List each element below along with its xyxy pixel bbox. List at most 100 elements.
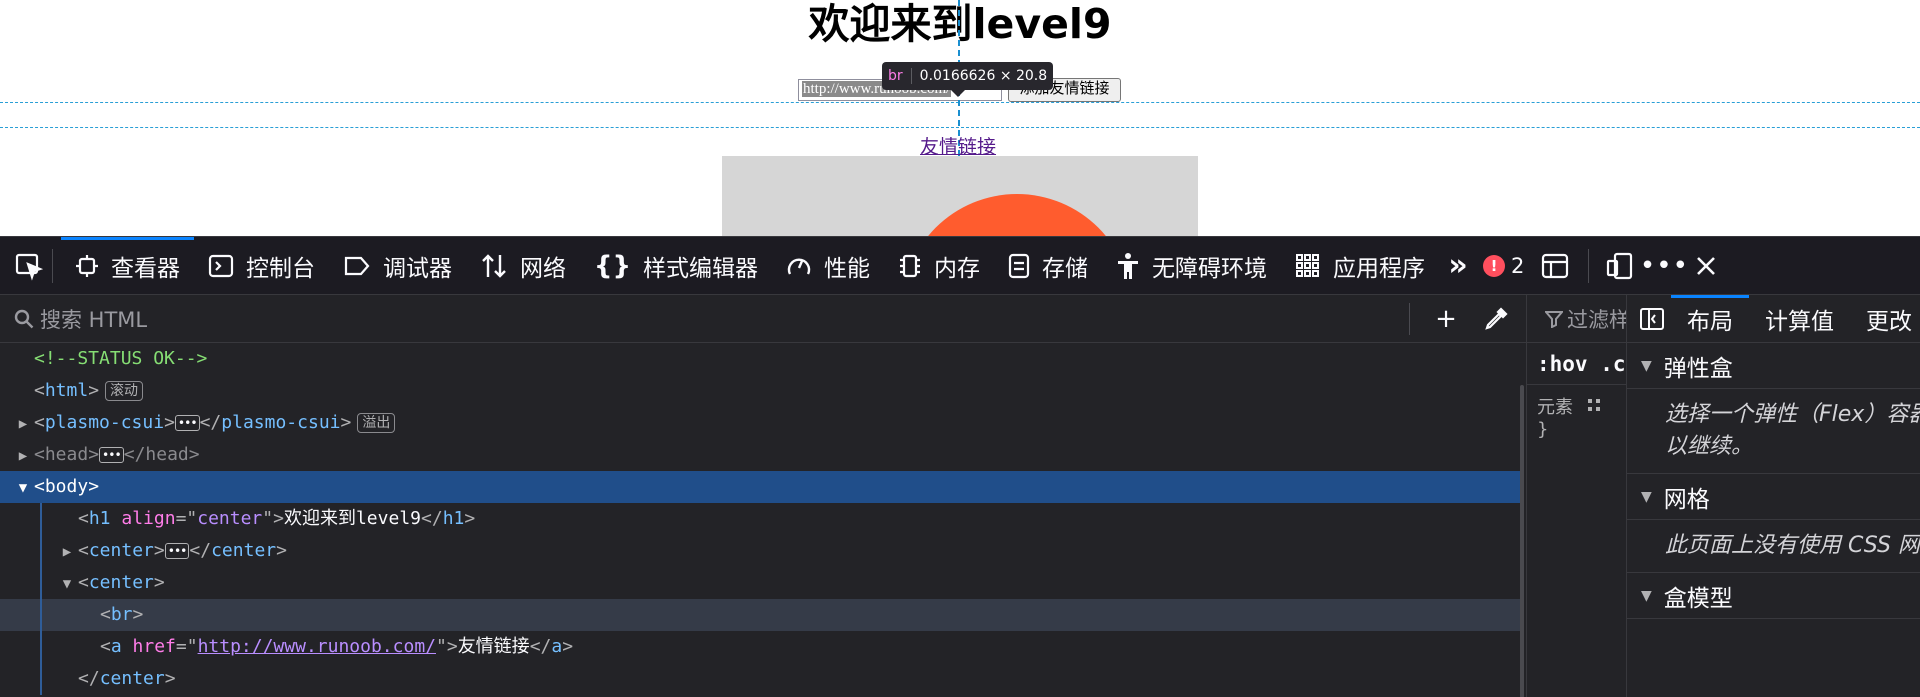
href-link[interactable]: http://www.runoob.com/ [198,636,436,657]
tree-row-plasmo-csui[interactable]: ▶ <plasmo-csui> ••• </plasmo-csui> 溢出 [0,407,1522,439]
pseudo-class-toggles: :hov .cls [1527,343,1626,385]
network-icon [480,253,508,279]
layout-pane: 布局 计算值 更改 ▼ 弹性盒 选择一个弹性（Flex）容器或项目以继续。以继续。… [1626,295,1920,697]
storage-icon [1008,253,1030,279]
rule-grid-icon[interactable] [1587,398,1603,419]
filter-icon [1545,310,1563,328]
grid-section-body: 此页面上没有使用 CSS 网格 [1627,520,1920,573]
sidebar-tabs: 布局 计算值 更改 [1627,295,1920,343]
tree-row-head[interactable]: ▶ <head> ••• </head> [0,439,1522,471]
eyedropper-icon[interactable] [1476,306,1516,331]
toggle-sidebar-icon[interactable] [1639,307,1665,331]
error-count: 2 [1511,253,1525,278]
grid-section-header[interactable]: ▼ 网格 [1627,474,1920,520]
page-viewport: 欢迎来到level9 http://www.runoob.com/ 添加友情链接… [0,0,1920,236]
tree-row-center-close[interactable]: </center> [0,663,1522,695]
tab-label: 存储 [1042,255,1089,282]
expand-triangle-icon[interactable]: ▶ [14,440,32,472]
html-search-bar[interactable]: 搜索 HTML + [0,295,1526,343]
more-tabs-chevron-icon[interactable]: » [1443,248,1473,283]
tab-label: 无障碍环境 [1152,255,1268,282]
toolbar-separator [1588,248,1590,283]
element-picker-icon[interactable] [14,251,44,281]
collapse-triangle-icon: ▼ [1641,488,1652,505]
collapsed-ellipsis-icon[interactable]: ••• [99,447,124,463]
friend-link[interactable]: 友情链接 [920,132,996,159]
rules-pane: 过滤样式 :hov .cls 元素 } [1526,295,1626,697]
tab-storage[interactable]: 存储 [994,237,1102,295]
collapsed-ellipsis-icon[interactable]: ••• [164,543,190,559]
tab-changes[interactable]: 更改 [1850,295,1920,343]
element-rule: 元素 } [1527,385,1626,440]
tab-layout[interactable]: 布局 [1671,295,1749,343]
element-rule-label: 元素 [1537,397,1573,418]
flexbox-title: 弹性盒 [1663,355,1733,382]
expand-triangle-icon[interactable]: ▶ [14,408,32,440]
flexbox-section-header[interactable]: ▼ 弹性盒 [1627,343,1920,389]
devtools-panel: 查看器 控制台 调试器 网络 {} 样式编辑器 性能 内存 存储 无障碍环境 应… [0,236,1920,697]
tab-computed[interactable]: 计算值 [1749,295,1850,343]
performance-icon [786,254,812,278]
tab-label: 样式编辑器 [643,255,759,282]
memory-icon [898,253,922,279]
tooltip-tag: br [888,68,903,84]
accessibility-icon [1116,252,1140,280]
image-circle [902,194,1132,236]
dock-layout-icon[interactable] [1540,251,1570,281]
close-icon[interactable] [1691,251,1721,281]
tree-row-h1[interactable]: <h1 align="center">欢迎来到level9</h1> [0,503,1522,535]
tab-style-editor[interactable]: {} 样式编辑器 [580,237,772,295]
tab-application[interactable]: 应用程序 [1281,237,1439,295]
tree-row-body[interactable]: ▼ <body> [0,471,1522,503]
inspector-pane: 搜索 HTML + <!--STATUS OK--> <html> 滚动 ▶ <pl… [0,295,1526,697]
add-node-icon[interactable]: + [1426,304,1466,334]
more-options-icon[interactable]: ••• [1640,251,1688,281]
overflow-badge[interactable]: 溢出 [357,413,396,433]
tab-label: 查看器 [111,255,180,282]
collapse-triangle-icon[interactable]: ▼ [58,568,76,600]
collapse-triangle-icon: ▼ [1641,587,1652,604]
tree-row-center-collapsed[interactable]: ▶ <center> ••• </center> [0,535,1522,567]
expand-triangle-icon[interactable]: ▶ [58,536,76,568]
tree-row-html[interactable]: <html> 滚动 [0,375,1522,407]
search-input[interactable]: 搜索 HTML [40,304,147,334]
element-info-tooltip: br 0.0166626 × 20.8 [882,62,1054,90]
error-count-badge[interactable]: ! 2 [1483,254,1524,278]
tab-network[interactable]: 网络 [466,237,580,295]
tree-row-comment[interactable]: <!--STATUS OK--> [0,343,1522,375]
highlighter-guide-top [0,102,1920,103]
tab-label: 内存 [934,255,981,282]
console-icon [208,254,234,278]
tab-performance[interactable]: 性能 [772,237,884,295]
tab-label: 网络 [520,255,566,282]
inspector-icon [75,254,99,278]
tab-inspector[interactable]: 查看器 [61,236,194,295]
scroll-badge[interactable]: 滚动 [105,381,144,401]
toolbar-separator [52,248,53,283]
cls-toggle[interactable]: .cls [1600,352,1626,376]
box-model-title: 盒模型 [1663,585,1733,612]
tree-row-a[interactable]: <a href="http://www.runoob.com/">友情链接</a… [0,631,1522,663]
flexbox-section-body: 选择一个弹性（Flex）容器或项目以继续。以继续。 [1627,389,1920,474]
hov-toggle[interactable]: :hov [1537,352,1588,376]
box-model-section-header[interactable]: ▼ 盒模型 [1627,573,1920,619]
page-heading: 欢迎来到level9 [808,0,1112,48]
collapse-triangle-icon: ▼ [1641,357,1652,374]
tree-row-br[interactable]: <br> [0,599,1522,631]
tree-row-center-expanded[interactable]: ▼ <center> [0,567,1522,599]
tab-console[interactable]: 控制台 [194,237,329,295]
tooltip-dimensions: 0.0166626 × 20.8 [919,68,1048,84]
tree-scrollbar[interactable] [1520,385,1524,697]
filter-placeholder: 过滤样式 [1567,307,1626,332]
collapsed-ellipsis-icon[interactable]: ••• [174,415,200,431]
grid-title: 网格 [1663,486,1710,513]
page-image [722,156,1198,236]
tab-debugger[interactable]: 调试器 [329,237,466,295]
tab-memory[interactable]: 内存 [884,237,994,295]
devtools-toolbar: 查看器 控制台 调试器 网络 {} 样式编辑器 性能 内存 存储 无障碍环境 应… [0,236,1920,295]
responsive-design-icon[interactable] [1605,251,1635,281]
tab-accessibility[interactable]: 无障碍环境 [1102,237,1281,295]
error-icon: ! [1483,254,1506,277]
filter-styles-input[interactable]: 过滤样式 [1527,295,1626,343]
collapse-triangle-icon[interactable]: ▼ [14,472,32,504]
